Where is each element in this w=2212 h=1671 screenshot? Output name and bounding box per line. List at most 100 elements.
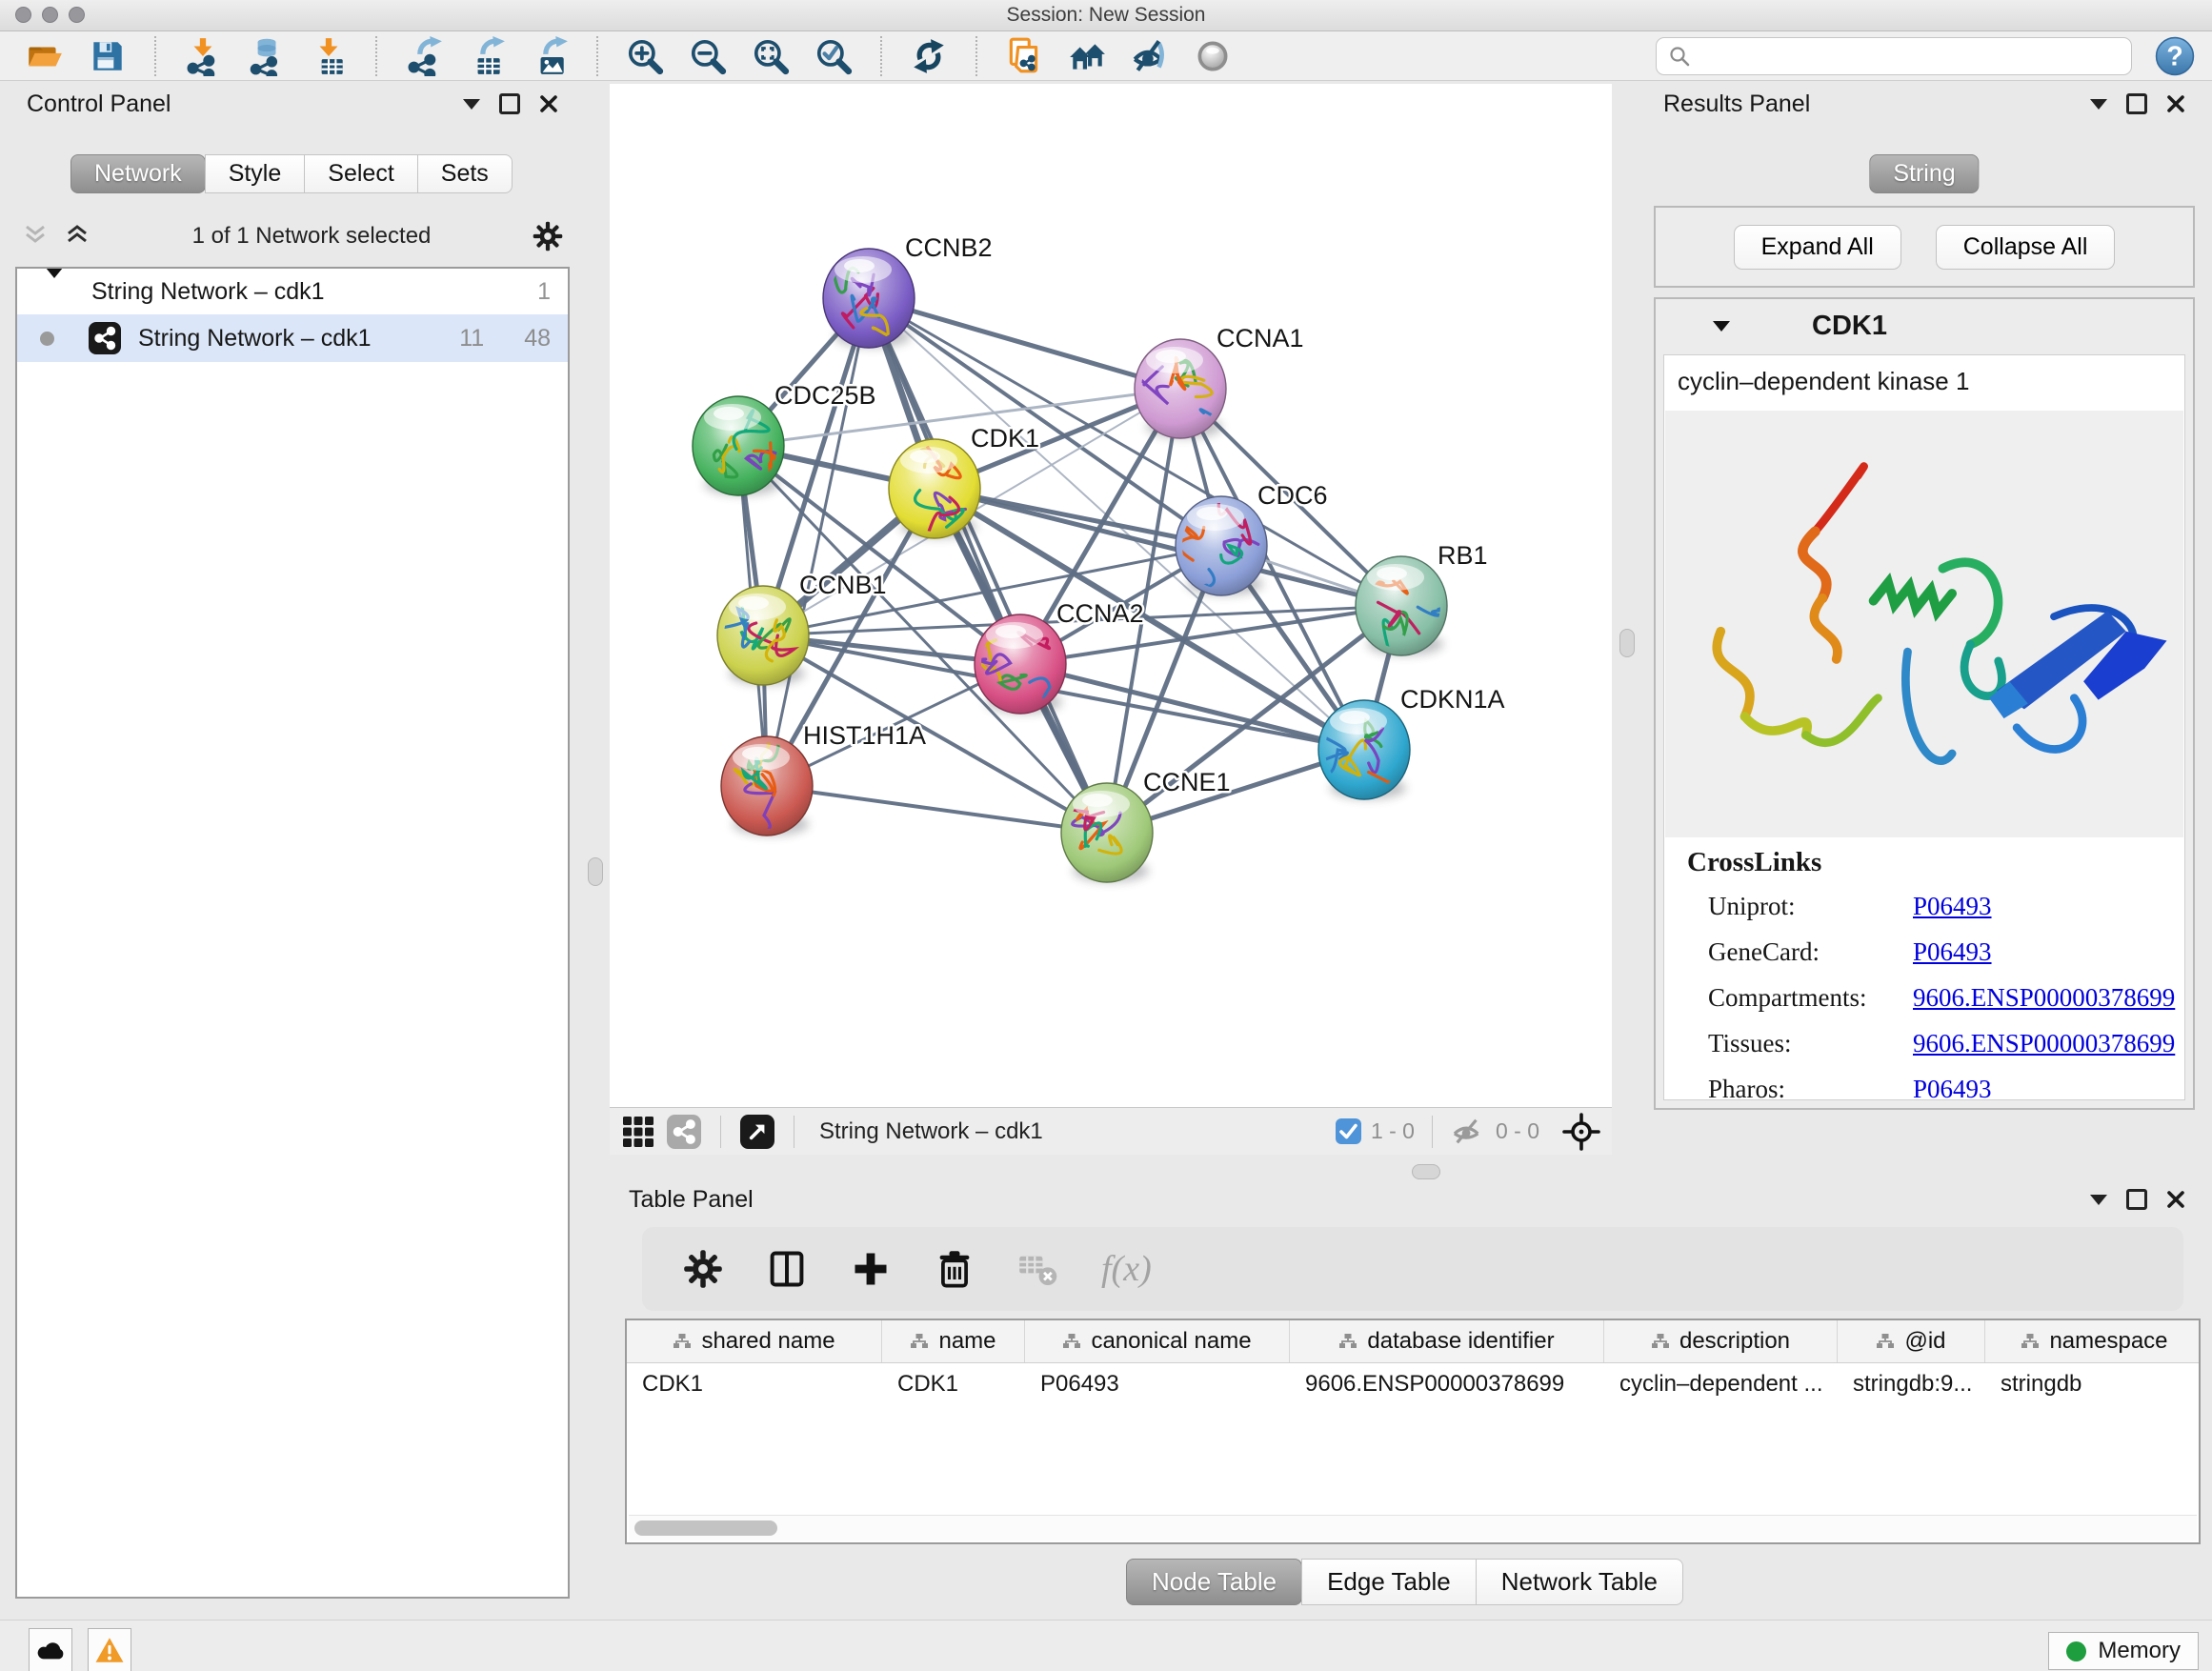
float-panel-icon[interactable] <box>2126 1189 2147 1210</box>
add-column-icon[interactable] <box>850 1248 892 1290</box>
network-node-CCNB2[interactable]: CCNB2 <box>817 233 993 348</box>
tab-style[interactable]: Style <box>205 154 306 193</box>
tab-sets[interactable]: Sets <box>417 154 513 193</box>
collapse-all-icon[interactable] <box>21 224 50 249</box>
show-columns-icon[interactable] <box>766 1248 808 1290</box>
table-cell[interactable]: CDK1 <box>882 1371 1025 1398</box>
import-table-icon[interactable] <box>309 36 349 76</box>
zoom-out-icon[interactable] <box>688 36 728 76</box>
save-session-icon[interactable] <box>88 36 128 76</box>
network-view-canvas[interactable]: CCNB2CCNA1CDC25BCDK1CDC6RB1CCNB1CCNA2CDK… <box>610 84 1612 1107</box>
network-node-HIST1H1A[interactable]: HIST1H1A <box>721 721 926 836</box>
network-node-CDKN1A[interactable]: CDKN1A <box>1318 685 1505 799</box>
table-cell[interactable]: 9606.ENSP00000378699 <box>1290 1371 1604 1398</box>
tab-string[interactable]: String <box>1869 154 1979 193</box>
splitter-handle[interactable] <box>1412 1164 1440 1179</box>
panel-menu-icon[interactable] <box>2090 1195 2107 1205</box>
float-panel-icon[interactable] <box>2126 93 2147 114</box>
close-panel-icon[interactable] <box>539 94 558 113</box>
network-edge-CCNB2-CCNE1[interactable] <box>869 298 1107 833</box>
crosslink-link[interactable]: P06493 <box>1913 1075 1992 1100</box>
network-graph[interactable]: CCNB2CCNA1CDC25BCDK1CDC6RB1CCNB1CCNA2CDK… <box>610 84 1612 1107</box>
help-icon[interactable]: ? <box>2155 36 2195 76</box>
table-cell[interactable]: stringdb <box>1985 1371 2201 1398</box>
table-cell[interactable]: P06493 <box>1025 1371 1290 1398</box>
column-header-namespace[interactable]: namespace <box>1985 1320 2201 1362</box>
zoom-selected-icon[interactable] <box>814 36 854 76</box>
eye-icon[interactable] <box>1193 36 1233 76</box>
export-image-icon[interactable] <box>530 36 570 76</box>
network-options-gear-icon[interactable] <box>532 220 564 252</box>
network-node-CCNA1[interactable]: CCNA1 <box>1135 324 1304 438</box>
tab-node-table[interactable]: Node Table <box>1126 1559 1302 1605</box>
fit-selected-crosshair-icon[interactable] <box>1562 1113 1600 1151</box>
crosslink-link[interactable]: P06493 <box>1913 937 1992 967</box>
grid-view-icon[interactable] <box>621 1115 655 1149</box>
crosslink-link[interactable]: 9606.ENSP00000378699 <box>1913 1029 2175 1058</box>
network-node-RB1[interactable]: RB1 <box>1356 541 1488 662</box>
search-input[interactable] <box>1699 43 2120 70</box>
zoom-in-icon[interactable] <box>625 36 665 76</box>
gene-section-header[interactable]: CDK1 <box>1656 299 2193 352</box>
column-header-database-identifier[interactable]: database identifier <box>1290 1320 1604 1362</box>
warning-button[interactable] <box>88 1628 131 1671</box>
table-options-gear-icon[interactable] <box>682 1248 724 1290</box>
zoom-fit-icon[interactable] <box>751 36 791 76</box>
table-row[interactable]: CDK1CDK1P064939606.ENSP00000378699cyclin… <box>627 1363 2199 1405</box>
houses-icon[interactable] <box>1067 36 1107 76</box>
expand-all-icon[interactable] <box>63 224 91 249</box>
import-network-from-database-icon[interactable] <box>246 36 286 76</box>
splitter-handle[interactable] <box>588 857 603 886</box>
search-box[interactable] <box>1656 37 2132 75</box>
network-view-share-icon[interactable] <box>667 1115 701 1149</box>
table-cell[interactable]: cyclin–dependent ... <box>1604 1371 1838 1398</box>
network-edge-CCNB2-CCNA1[interactable] <box>869 298 1180 389</box>
import-network-from-file-icon[interactable] <box>183 36 223 76</box>
edge-count: 48 <box>524 325 551 352</box>
network-edge-HIST1H1A-CCNE1[interactable] <box>767 786 1107 833</box>
scrollbar-thumb[interactable] <box>634 1520 777 1536</box>
network-node-CDC25B[interactable]: CDC25B <box>693 381 876 495</box>
collapse-all-button[interactable]: Collapse All <box>1936 225 2116 270</box>
cloud-button[interactable] <box>29 1628 72 1671</box>
column-header-shared-name[interactable]: shared name <box>627 1320 882 1362</box>
network-row-selected[interactable]: String Network – cdk1 11 48 <box>17 314 568 362</box>
collapse-triangle-icon[interactable] <box>46 278 63 306</box>
panel-menu-icon[interactable] <box>2090 99 2107 110</box>
float-panel-icon[interactable] <box>499 93 520 114</box>
table-cell[interactable]: stringdb:9... <box>1838 1371 1985 1398</box>
crosslink-link[interactable]: 9606.ENSP00000378699 <box>1913 983 2175 1013</box>
network-collection-row[interactable]: String Network – cdk1 1 <box>17 269 568 314</box>
open-in-new-window-icon[interactable] <box>740 1115 774 1149</box>
expand-all-button[interactable]: Expand All <box>1734 225 1901 270</box>
tab-edge-table[interactable]: Edge Table <box>1301 1559 1477 1605</box>
collapse-section-icon[interactable] <box>1713 321 1730 332</box>
column-header-name[interactable]: name <box>882 1320 1025 1362</box>
delete-column-icon[interactable] <box>934 1248 975 1290</box>
hide-graphics-details-icon[interactable] <box>1130 36 1170 76</box>
panel-menu-icon[interactable] <box>463 99 480 110</box>
column-header-description[interactable]: description <box>1604 1320 1838 1362</box>
close-panel-icon[interactable] <box>2166 94 2185 113</box>
tab-select[interactable]: Select <box>304 154 417 193</box>
memory-button[interactable]: Memory <box>2048 1632 2199 1670</box>
close-panel-icon[interactable] <box>2166 1190 2185 1209</box>
export-table-icon[interactable] <box>467 36 507 76</box>
network-node-CCNB1[interactable]: CCNB1 <box>717 571 887 685</box>
column-header-canonical-name[interactable]: canonical name <box>1025 1320 1290 1362</box>
splitter-handle[interactable] <box>1619 629 1635 657</box>
network-node-CDC6[interactable]: CDC6 <box>1171 481 1328 630</box>
refresh-icon[interactable] <box>909 36 949 76</box>
node-label-CCNA1: CCNA1 <box>1217 324 1304 352</box>
column-header-@id[interactable]: @id <box>1838 1320 1985 1362</box>
table-cell[interactable]: CDK1 <box>627 1371 882 1398</box>
tab-network[interactable]: Network <box>70 154 206 193</box>
open-file-icon[interactable] <box>25 36 65 76</box>
tab-network-table[interactable]: Network Table <box>1476 1559 1683 1605</box>
crosslink-link[interactable]: P06493 <box>1913 892 1992 921</box>
export-network-icon[interactable] <box>404 36 444 76</box>
network-edge-CCNB2-HIST1H1A[interactable] <box>767 298 869 786</box>
horizontal-scrollbar[interactable] <box>629 1515 2197 1540</box>
clone-network-icon[interactable] <box>1004 36 1044 76</box>
selected-items-checkbox[interactable] <box>1336 1118 1361 1144</box>
